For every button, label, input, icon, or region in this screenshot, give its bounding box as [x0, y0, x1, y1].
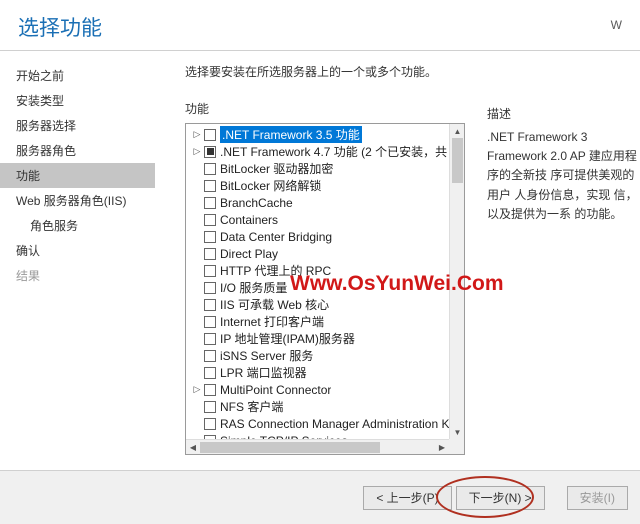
tree-item-label: Containers [220, 213, 278, 227]
wizard-steps: 开始之前安装类型服务器选择服务器角色功能Web 服务器角色(IIS)角色服务确认… [0, 51, 155, 471]
scroll-down-icon[interactable]: ▼ [450, 425, 465, 439]
tree-item-label: .NET Framework 4.7 功能 (2 个已安装，共 7 个) [220, 143, 449, 160]
install-button[interactable]: 安装(I) [567, 486, 628, 510]
checkbox[interactable] [204, 316, 216, 328]
tree-item-label: BitLocker 驱动器加密 [220, 160, 333, 177]
wizard-step[interactable]: 确认 [0, 238, 155, 263]
wizard-step[interactable]: 服务器选择 [0, 113, 155, 138]
tree-item-label: IP 地址管理(IPAM)服务器 [220, 330, 355, 347]
checkbox[interactable] [204, 214, 216, 226]
checkbox[interactable] [204, 129, 216, 141]
tree-item-label: MultiPoint Connector [220, 383, 331, 397]
scroll-right-icon[interactable]: ▶ [435, 440, 449, 455]
wizard-step[interactable]: 功能 [0, 163, 155, 188]
tree-item-label: Internet 打印客户端 [220, 313, 324, 330]
previous-button[interactable]: < 上一步(P) [363, 486, 451, 510]
features-label: 功能 [185, 100, 465, 117]
tree-item-label: HTTP 代理上的 RPC [220, 262, 331, 279]
page-title: 选择功能 [18, 12, 102, 42]
expand-icon[interactable]: ▷ [192, 385, 202, 395]
checkbox[interactable] [204, 146, 216, 158]
description-label: 描述 [487, 105, 640, 122]
checkbox[interactable] [204, 163, 216, 175]
tree-item[interactable]: I/O 服务质量 [186, 279, 449, 296]
tree-item[interactable]: Internet 打印客户端 [186, 313, 449, 330]
tree-item-label: Direct Play [220, 247, 278, 261]
tree-item[interactable]: IIS 可承载 Web 核心 [186, 296, 449, 313]
tree-item-label: iSNS Server 服务 [220, 347, 313, 364]
expand-icon[interactable]: ▷ [192, 130, 202, 140]
wizard-footer: < 上一步(P) 下一步(N) > 安装(I) [0, 470, 640, 524]
tree-item[interactable]: Data Center Bridging [186, 228, 449, 245]
scroll-up-icon[interactable]: ▲ [450, 124, 465, 138]
tree-item-label: LPR 端口监视器 [220, 364, 307, 381]
tree-item-label: BranchCache [220, 196, 293, 210]
wizard-step[interactable]: Web 服务器角色(IIS) [0, 188, 155, 213]
tree-item[interactable]: Direct Play [186, 245, 449, 262]
description-text: .NET Framework 3 Framework 2.0 AP 建应用程序的… [487, 128, 640, 224]
checkbox[interactable] [204, 367, 216, 379]
checkbox[interactable] [204, 248, 216, 260]
checkbox[interactable] [204, 265, 216, 277]
expand-icon[interactable]: ▷ [192, 147, 202, 157]
checkbox[interactable] [204, 333, 216, 345]
checkbox[interactable] [204, 197, 216, 209]
tree-item[interactable]: iSNS Server 服务 [186, 347, 449, 364]
vertical-scrollbar[interactable]: ▲ ▼ [449, 124, 464, 439]
checkbox[interactable] [204, 401, 216, 413]
tree-item[interactable]: NFS 客户端 [186, 398, 449, 415]
tree-item-label: IIS 可承载 Web 核心 [220, 296, 329, 313]
wizard-step[interactable]: 开始之前 [0, 63, 155, 88]
tree-item-label: NFS 客户端 [220, 398, 283, 415]
checkbox[interactable] [204, 384, 216, 396]
tree-item[interactable]: BitLocker 驱动器加密 [186, 160, 449, 177]
wizard-step[interactable]: 服务器角色 [0, 138, 155, 163]
horizontal-scrollbar[interactable]: ◀ ▶ [186, 439, 449, 454]
tree-item[interactable]: LPR 端口监视器 [186, 364, 449, 381]
tree-item[interactable]: Simple TCP/IP Services [186, 432, 449, 439]
checkbox[interactable] [204, 418, 216, 430]
wizard-step[interactable]: 安装类型 [0, 88, 155, 113]
header-subtitle: W [611, 18, 622, 32]
tree-item[interactable]: RAS Connection Manager Administration Ki… [186, 415, 449, 432]
checkbox[interactable] [204, 350, 216, 362]
tree-item[interactable]: IP 地址管理(IPAM)服务器 [186, 330, 449, 347]
tree-item[interactable]: ▷ .NET Framework 3.5 功能 [186, 126, 449, 143]
scroll-thumb[interactable] [452, 138, 463, 183]
tree-item-label: Data Center Bridging [220, 230, 332, 244]
scroll-left-icon[interactable]: ◀ [186, 440, 200, 455]
next-button[interactable]: 下一步(N) > [456, 486, 545, 510]
tree-item-label: BitLocker 网络解锁 [220, 177, 321, 194]
checkbox[interactable] [204, 180, 216, 192]
checkbox[interactable] [204, 299, 216, 311]
wizard-step: 结果 [0, 263, 155, 288]
tree-item-label: .NET Framework 3.5 功能 [220, 126, 362, 143]
tree-item[interactable]: HTTP 代理上的 RPC [186, 262, 449, 279]
tree-item[interactable]: ▷ .NET Framework 4.7 功能 (2 个已安装，共 7 个) [186, 143, 449, 160]
tree-item[interactable]: ▷ MultiPoint Connector [186, 381, 449, 398]
checkbox[interactable] [204, 282, 216, 294]
tree-item-label: RAS Connection Manager Administration Ki… [220, 417, 449, 431]
wizard-step[interactable]: 角色服务 [0, 213, 155, 238]
tree-item-label: I/O 服务质量 [220, 279, 287, 296]
tree-item[interactable]: Containers [186, 211, 449, 228]
checkbox[interactable] [204, 231, 216, 243]
instruction-text: 选择要安装在所选服务器上的一个或多个功能。 [185, 63, 465, 80]
features-tree: ▷ .NET Framework 3.5 功能 ▷ .NET Framework 4.… [185, 123, 465, 455]
tree-item[interactable]: BitLocker 网络解锁 [186, 177, 449, 194]
tree-item[interactable]: BranchCache [186, 194, 449, 211]
scroll-thumb[interactable] [200, 442, 380, 453]
